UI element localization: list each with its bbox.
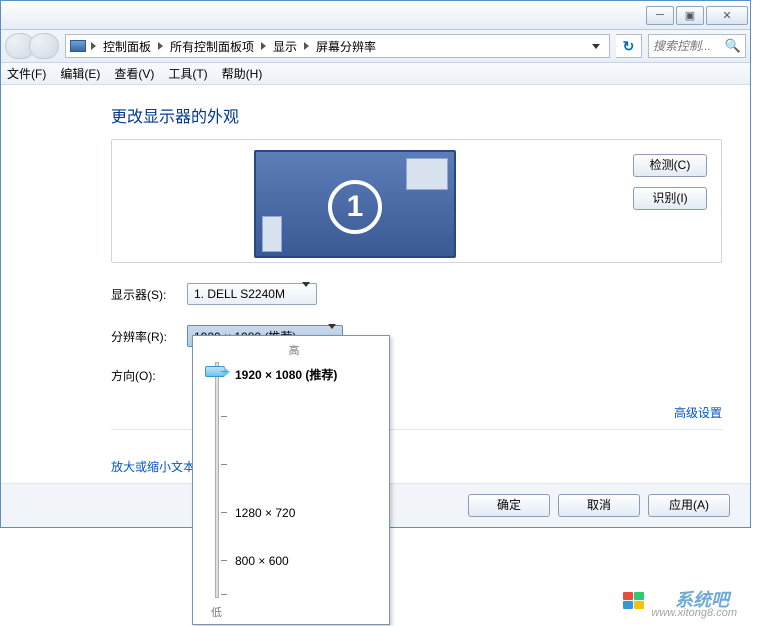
resolution-option[interactable]: 1280 × 720 (235, 506, 295, 520)
display-combo[interactable]: 1. DELL S2240M (187, 283, 317, 305)
chevron-right-icon (158, 42, 163, 50)
orientation-label: 方向(O): (111, 367, 187, 384)
monitor-preview[interactable]: 1 (254, 150, 456, 258)
minimize-button[interactable]: ─ (646, 6, 674, 25)
refresh-button[interactable]: ↻ (616, 34, 642, 58)
chevron-down-icon (302, 287, 310, 301)
detect-button[interactable]: 检测(C) (633, 154, 707, 177)
display-row: 显示器(S): 1. DELL S2240M (111, 283, 722, 305)
windows-logo-icon (623, 592, 647, 612)
search-input[interactable] (653, 39, 721, 53)
menu-tools[interactable]: 工具(T) (168, 65, 207, 82)
menubar: 文件(F) 编辑(E) 查看(V) 工具(T) 帮助(H) (1, 63, 750, 85)
address-dropdown[interactable] (587, 44, 605, 49)
identify-button[interactable]: 识别(I) (633, 187, 707, 210)
resolution-option[interactable]: 1920 × 1080 (推荐) (235, 366, 337, 383)
maximize-button[interactable]: ▣ (676, 6, 704, 25)
control-panel-icon (70, 40, 86, 52)
slider-tick (221, 371, 227, 372)
chevron-right-icon (91, 42, 96, 50)
slider-tick (221, 416, 227, 417)
slider-tick (221, 560, 227, 561)
nav-buttons (5, 33, 59, 59)
preview-buttons: 检测(C) 识别(I) (633, 154, 707, 210)
window-thumbnail (406, 158, 448, 190)
search-icon[interactable]: 🔍 (725, 38, 741, 54)
window-thumbnail (262, 216, 282, 252)
titlebar: ─ ▣ ✕ (1, 1, 750, 30)
display-value: 1. DELL S2240M (194, 287, 285, 301)
search-box[interactable]: 🔍 (648, 34, 746, 58)
slider-tick (221, 594, 227, 595)
breadcrumb-item[interactable]: 控制面板 (101, 38, 153, 55)
slider-tick (221, 512, 227, 513)
apply-button[interactable]: 应用(A) (648, 494, 730, 517)
monitor-number: 1 (328, 180, 382, 234)
menu-file[interactable]: 文件(F) (7, 65, 46, 82)
cancel-button[interactable]: 取消 (558, 494, 640, 517)
advanced-settings-link[interactable]: 高级设置 (674, 406, 722, 420)
display-preview: 1 检测(C) 识别(I) (111, 139, 722, 263)
resolution-option[interactable]: 800 × 600 (235, 554, 289, 568)
resolution-label: 分辨率(R): (111, 328, 187, 345)
page-title: 更改显示器的外观 (111, 103, 722, 127)
menu-edit[interactable]: 编辑(E) (60, 65, 100, 82)
nav-forward-button[interactable] (29, 33, 59, 59)
breadcrumb-item[interactable]: 屏幕分辨率 (314, 38, 378, 55)
breadcrumb-item[interactable]: 显示 (271, 38, 299, 55)
chevron-right-icon (261, 42, 266, 50)
menu-help[interactable]: 帮助(H) (222, 65, 263, 82)
watermark-brand: 系统吧 (675, 586, 729, 612)
menu-view[interactable]: 查看(V) (114, 65, 154, 82)
display-label: 显示器(S): (111, 286, 187, 303)
ok-button[interactable]: 确定 (468, 494, 550, 517)
slider-rail[interactable] (215, 362, 219, 598)
address-bar[interactable]: 控制面板 所有控制面板项 显示 屏幕分辨率 (65, 34, 610, 58)
resolution-dropdown-panel[interactable]: 高 1920 × 1080 (推荐) 1280 × 720 800 × 600 … (192, 335, 390, 625)
slider-low-label: 低 (211, 604, 222, 620)
slider-high-label: 高 (209, 342, 379, 358)
navbar: 控制面板 所有控制面板项 显示 屏幕分辨率 ↻ 🔍 (1, 30, 750, 63)
chevron-down-icon (592, 44, 600, 49)
slider-tick (221, 464, 227, 465)
breadcrumb-item[interactable]: 所有控制面板项 (168, 38, 256, 55)
close-button[interactable]: ✕ (706, 6, 748, 25)
chevron-right-icon (304, 42, 309, 50)
